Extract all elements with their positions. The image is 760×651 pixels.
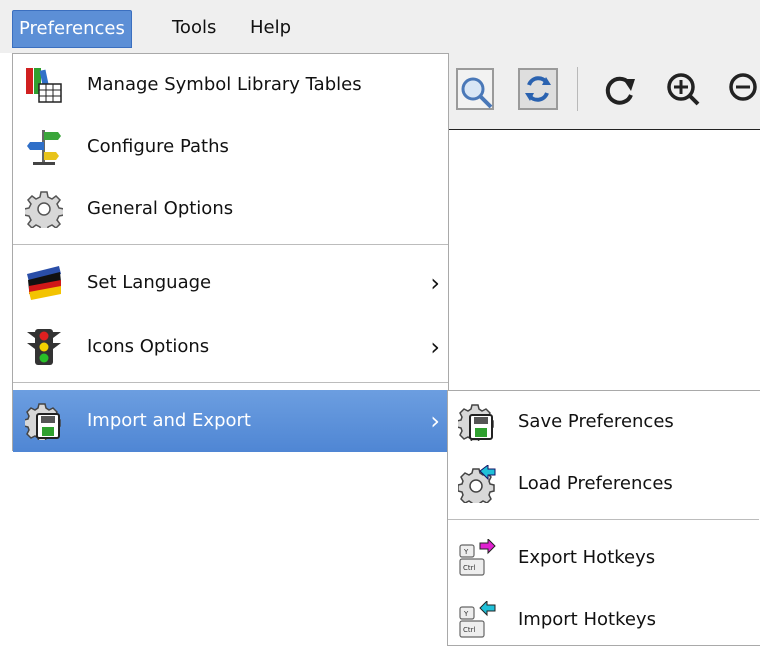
menu-tools[interactable]: Tools <box>166 10 222 46</box>
menu-item-label: Manage Symbol Library Tables <box>87 74 362 95</box>
menu-help[interactable]: Help <box>244 10 297 46</box>
hotkey-import-icon: Y Ctrl <box>458 599 496 639</box>
menu-item-export-hotkeys[interactable]: Y Ctrl Export Hotkeys <box>448 527 759 589</box>
zoom-out-icon[interactable] <box>721 63 760 115</box>
gear-icon <box>23 190 65 233</box>
menu-item-import-and-export[interactable]: Import and Export › <box>13 390 448 452</box>
flag-icon <box>25 264 63 302</box>
redraw-icon[interactable] <box>513 63 563 115</box>
menu-tools-label: Tools <box>172 17 217 38</box>
menu-item-import-hotkeys[interactable]: Y Ctrl Import Hotkeys <box>448 589 759 651</box>
library-table-icon <box>25 66 63 104</box>
menu-preferences[interactable]: Preferences <box>12 10 132 48</box>
menu-item-configure-paths[interactable]: Configure Paths <box>13 116 448 178</box>
hotkey-export-icon: Y Ctrl <box>458 537 496 577</box>
menu-item-manage-symbol-library-tables[interactable]: Manage Symbol Library Tables <box>13 54 448 116</box>
rotate-icon[interactable] <box>595 63 645 115</box>
toolbar <box>447 53 760 130</box>
submenu-arrow-icon: › <box>430 407 440 435</box>
menu-separator <box>13 382 448 383</box>
menu-item-set-language[interactable]: Set Language › <box>13 252 448 314</box>
menu-item-label: Load Preferences <box>518 473 673 494</box>
menu-item-label: Import Hotkeys <box>518 609 656 630</box>
menu-item-label: Icons Options <box>87 336 210 357</box>
preferences-menu: Manage Symbol Library Tables Configure P… <box>12 53 449 452</box>
menu-item-general-options[interactable]: General Options <box>13 178 448 240</box>
svg-text:Y: Y <box>463 610 469 618</box>
menu-item-load-preferences[interactable]: Load Preferences <box>448 453 759 515</box>
gear-save-icon <box>456 403 496 444</box>
import-export-submenu: Save Preferences Load Preferences Y Ctrl <box>447 390 760 646</box>
menubar: Preferences Tools Help <box>0 0 760 53</box>
svg-text:Ctrl: Ctrl <box>463 564 476 572</box>
menu-item-label: Export Hotkeys <box>518 547 656 568</box>
menu-preferences-label: Preferences <box>19 18 125 39</box>
menu-item-save-preferences[interactable]: Save Preferences <box>448 391 759 453</box>
gear-save-icon <box>23 402 63 443</box>
traffic-light-icon <box>25 328 63 366</box>
toolbar-separator <box>577 67 578 111</box>
submenu-arrow-icon: › <box>430 269 440 297</box>
menu-item-label: Save Preferences <box>518 411 674 432</box>
menu-item-label: Import and Export <box>87 410 251 431</box>
menu-separator <box>13 244 448 245</box>
menu-item-label: Configure Paths <box>87 136 229 157</box>
zoom-in-icon[interactable] <box>659 63 709 115</box>
menu-item-label: General Options <box>87 198 234 219</box>
zoom-page-icon[interactable] <box>451 63 501 115</box>
menu-separator <box>448 519 759 520</box>
submenu-arrow-icon: › <box>430 333 440 361</box>
menu-help-label: Help <box>250 17 292 38</box>
menu-item-label: Set Language <box>87 272 212 293</box>
signpost-icon <box>25 128 63 166</box>
gear-load-icon <box>457 464 496 508</box>
svg-text:Y: Y <box>463 548 469 556</box>
svg-text:Ctrl: Ctrl <box>463 626 476 634</box>
menu-item-icons-options[interactable]: Icons Options › <box>13 316 448 378</box>
